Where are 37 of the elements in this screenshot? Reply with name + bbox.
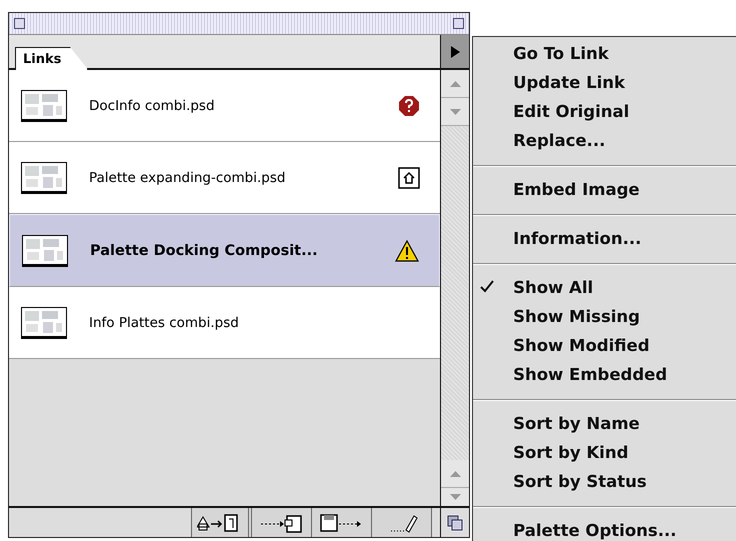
- menu-item[interactable]: Sort by Status: [473, 467, 736, 496]
- links-tab[interactable]: Links: [15, 47, 88, 70]
- menu-item[interactable]: Show Modified: [473, 331, 736, 360]
- menu-item[interactable]: Information...: [473, 224, 736, 253]
- menu-item[interactable]: Replace...: [473, 126, 736, 155]
- up-arrow-icon: [450, 80, 461, 86]
- file-name: DocInfo combi.psd: [89, 98, 216, 114]
- link-row[interactable]: Info Plattes combi.psd: [9, 287, 440, 359]
- menu-item[interactable]: Palette Options...: [473, 516, 736, 541]
- file-name: Palette expanding-combi.psd: [89, 170, 286, 186]
- zoom-box[interactable]: [453, 18, 464, 29]
- edit-original-button[interactable]: [372, 508, 432, 537]
- menu-item[interactable]: Edit Original: [473, 97, 736, 126]
- menu-item[interactable]: Update Link: [473, 68, 736, 97]
- arrow-to-page-icon: [258, 512, 304, 532]
- up-arrow-icon: [450, 470, 461, 476]
- update-link-button[interactable]: [312, 508, 372, 537]
- menu-item[interactable]: Show Missing: [473, 302, 736, 331]
- relink-button[interactable]: [192, 508, 252, 537]
- down-arrow-icon: [450, 494, 461, 500]
- triangle-icon: [450, 46, 460, 58]
- go-to-link-button[interactable]: [252, 508, 312, 537]
- menu-item[interactable]: Sort by Name: [473, 409, 736, 438]
- link-row[interactable]: DocInfo combi.psd: [9, 70, 440, 142]
- file-name: Info Plattes combi.psd: [89, 314, 240, 330]
- menu-item[interactable]: Sort by Kind: [473, 438, 736, 467]
- palette-menu-button[interactable]: [440, 35, 470, 68]
- close-box[interactable]: [14, 18, 25, 29]
- file-name: Palette Docking Composit...: [90, 242, 319, 258]
- menu-item[interactable]: Embed Image: [473, 175, 736, 204]
- link-row[interactable]: Palette Docking Composit...: [9, 214, 440, 287]
- menu-item[interactable]: Go To Link: [473, 39, 736, 68]
- down-arrow-icon: [450, 108, 461, 114]
- link-row[interactable]: Palette expanding-combi.psd: [9, 142, 440, 214]
- menu-item[interactable]: Show Embedded: [473, 360, 736, 389]
- menu-item[interactable]: Show All: [473, 273, 736, 302]
- resize-icon[interactable]: [447, 514, 464, 530]
